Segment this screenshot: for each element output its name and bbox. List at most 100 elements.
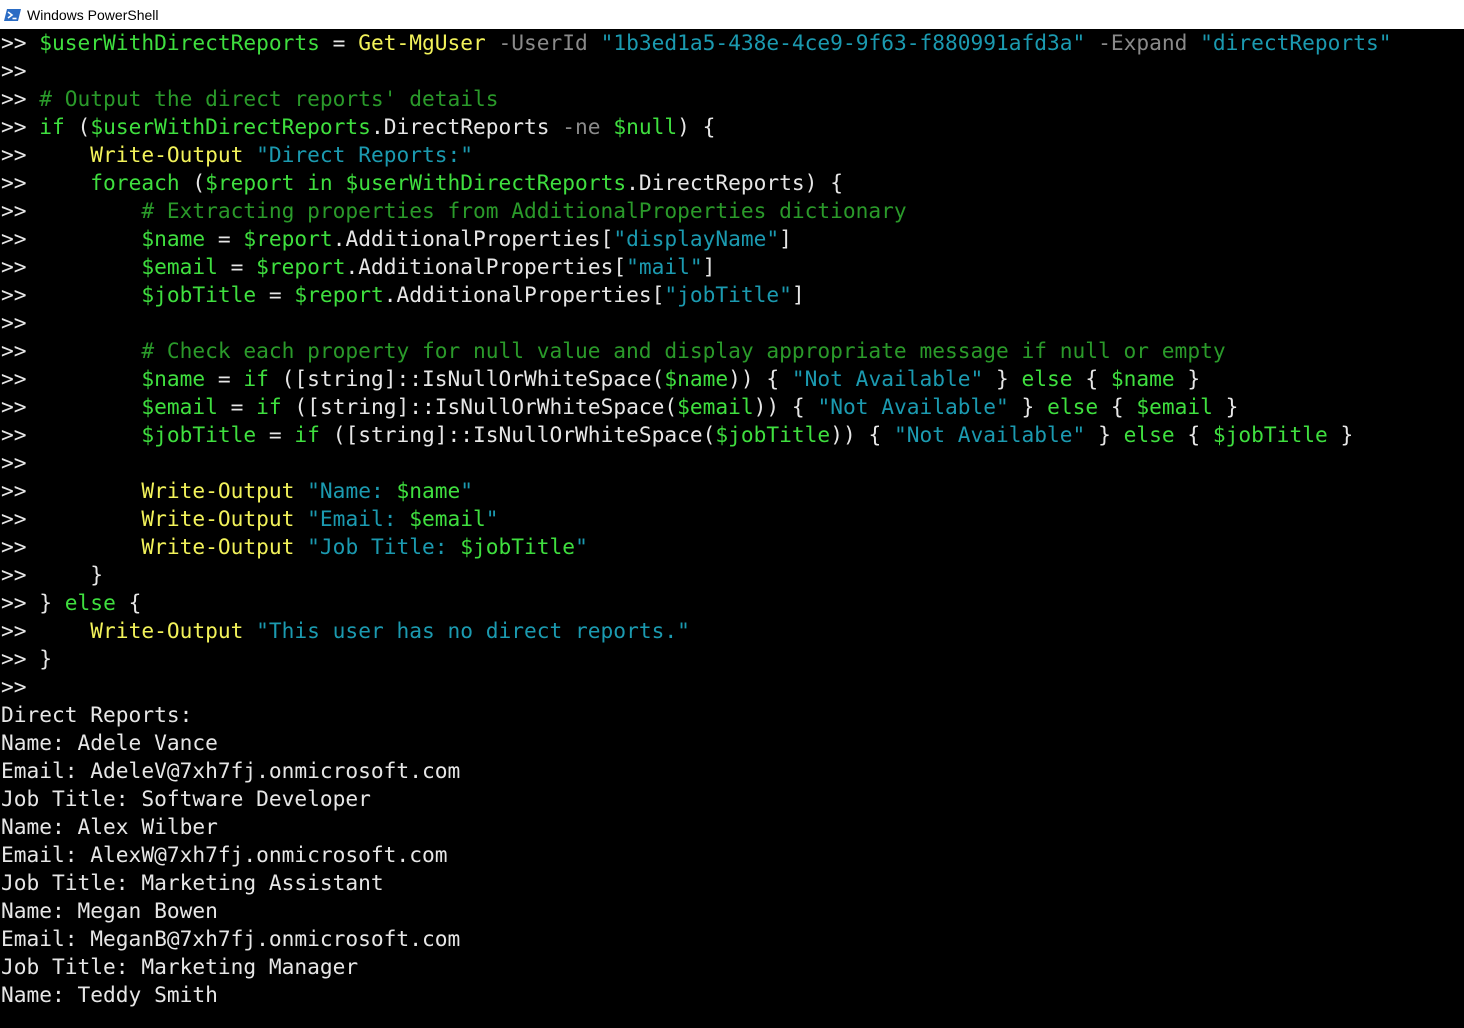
console-token [294,478,307,503]
console-token: = [217,254,257,279]
console-token: >> [1,114,40,139]
console-token: ( [179,170,206,195]
console-token: )) { [830,422,894,447]
console-token: { [1072,366,1111,391]
console-token: Direct Reports: [1,702,193,727]
console-token: "Not Available" [893,422,1086,447]
console-token: = [217,394,257,419]
console-token: $name [1110,366,1175,391]
console-token: } [39,646,53,671]
console-token: } [983,366,1022,391]
console-token: = [205,366,244,391]
console-token: foreach [90,170,180,195]
console-token: ([string]::IsNullOrWhiteSpace( [268,366,665,391]
console-token: >> [1,310,27,335]
console-token: Write-Output [90,618,244,643]
console-token: Job Title: Software Developer [1,786,371,811]
console-token: else [1123,422,1175,447]
console-token: "mail" [626,254,703,279]
console-token: Job Title: Marketing Assistant [1,870,384,895]
console-token: ( [64,114,91,139]
console-token: $report [294,282,384,307]
console-token: $email [141,394,218,419]
console-line: Name: Adele Vance [1,729,218,757]
console-token: $userWithDirectReports [90,114,371,139]
console-token: $userWithDirectReports [345,170,627,195]
console-token: if [243,366,269,391]
console-token: " [460,478,474,503]
console-output[interactable]: >> $userWithDirectReports = Get-MgUser -… [0,29,1464,1028]
console-line: >> Write-Output "Email: $email" [1,505,499,533]
console-token: "Direct Reports:" [256,142,473,167]
console-token: { [1174,422,1213,447]
console-line: >> # Check each property for null value … [1,337,1226,365]
console-token: Write-Output [141,478,295,503]
console-token: -Expand [1085,30,1201,55]
console-line: >> foreach ($report in $userWithDirectRe… [1,169,843,197]
console-token: Name: Megan Bowen [1,898,218,923]
console-token: $email [409,506,486,531]
console-token: Email: AlexW@7xh7fj.onmicrosoft.com [1,842,448,867]
console-token: Write-Output [90,142,244,167]
console-line: >> # Extracting properties from Addition… [1,197,907,225]
console-token: "Email: [307,506,410,531]
console-token: .DirectReports [370,114,563,139]
console-token: $email [141,254,218,279]
console-line: >> [1,673,27,701]
console-line: >> if ($userWithDirectReports.DirectRepo… [1,113,715,141]
console-token: $name [396,478,461,503]
console-line: Name: Teddy Smith [1,981,218,1009]
console-token: >> [1,534,142,559]
console-token: = [319,30,359,55]
console-token: " [575,534,588,559]
console-token: "displayName" [613,226,780,251]
console-token: Name: Alex Wilber [1,814,218,839]
console-token: >> [1,590,40,615]
console-token: >> [1,562,91,587]
console-token: "Job Title: [307,534,461,559]
console-line: >> } [1,561,103,589]
console-token: >> [1,282,142,307]
console-token: >> [1,338,142,363]
console-token: Job Title: Marketing Manager [1,954,359,979]
console-token: } [1174,366,1201,391]
console-token: } [1327,422,1354,447]
title-bar[interactable]: Windows PowerShell [0,0,1464,29]
console-line: >> $email = $report.AdditionalProperties… [1,253,715,281]
console-token: .DirectReports) { [626,170,843,195]
console-token: = [256,282,295,307]
console-token: $email [1136,394,1213,419]
powershell-icon [4,8,22,22]
console-line: >> $jobTitle = if ([string]::IsNullOrWhi… [1,421,1353,449]
console-token: } [90,562,104,587]
console-token: ([string]::IsNullOrWhiteSpace( [281,394,678,419]
console-token: "Not Available" [817,394,1009,419]
console-token: Email: AdeleV@7xh7fj.onmicrosoft.com [1,758,461,783]
console-token: >> [1,254,142,279]
console-token: if [294,422,320,447]
console-token: # Check each property for null value and… [141,338,1226,363]
console-token: .AdditionalProperties[ [332,226,614,251]
console-token: if [256,394,282,419]
console-token: { [115,590,142,615]
console-token: "Name: [307,478,397,503]
console-token: ] [702,254,716,279]
console-token: "jobTitle" [664,282,792,307]
console-token: $userWithDirectReports [39,30,320,55]
console-token: >> [1,674,27,699]
console-token: " [485,506,499,531]
console-line: >> Write-Output "Name: $name" [1,477,473,505]
console-token: $report [256,254,346,279]
console-token: >> [1,30,40,55]
console-line: >> $name = if ([string]::IsNullOrWhiteSp… [1,365,1200,393]
console-token: ([string]::IsNullOrWhiteSpace( [319,422,716,447]
console-token: )) { [728,366,792,391]
console-token [294,506,307,531]
console-token: >> [1,478,142,503]
console-line: >> [1,57,27,85]
console-token: "Not Available" [791,366,984,391]
console-line: >> [1,449,27,477]
console-token: >> [1,618,91,643]
console-token: >> [1,198,142,223]
console-token: >> [1,422,142,447]
